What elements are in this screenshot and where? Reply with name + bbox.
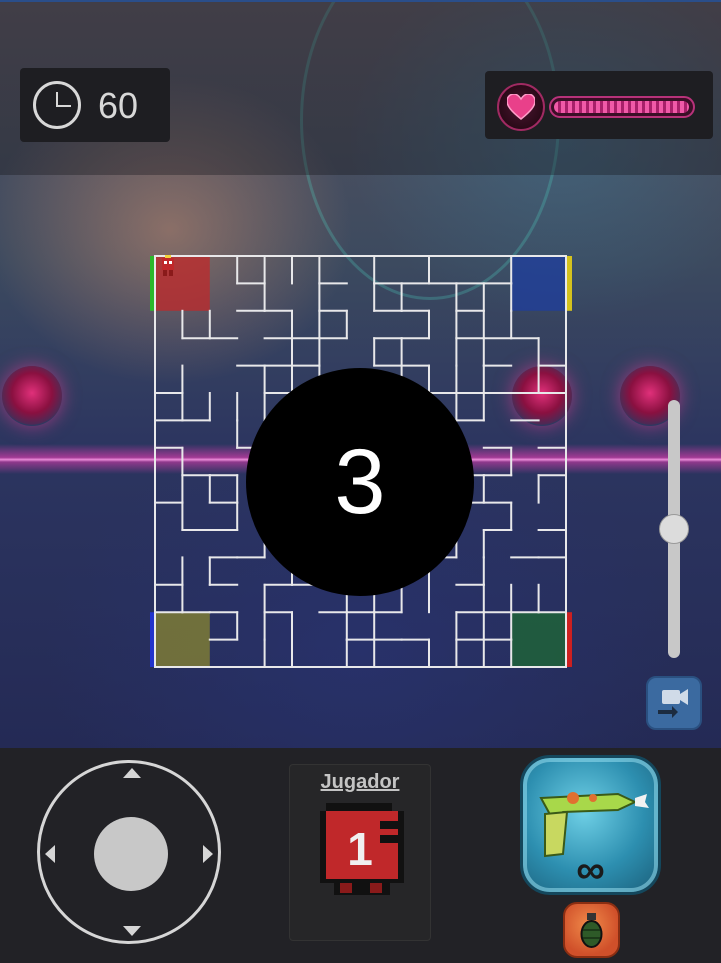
raygun-icon [539, 792, 649, 858]
weapon-ammo: ∞ [576, 848, 605, 892]
camera-switch-icon [658, 689, 688, 718]
grenade-icon [580, 913, 603, 948]
arrow-left-icon [45, 845, 55, 863]
player-card: Jugador 1 [289, 764, 431, 941]
grenade-button[interactable] [563, 902, 620, 958]
arrow-down-icon [123, 926, 141, 936]
arrow-right-icon [203, 845, 213, 863]
weapon-button[interactable]: ∞ [520, 755, 661, 895]
player-number-badge: 1 [320, 803, 404, 895]
zoom-slider-thumb[interactable] [659, 514, 689, 544]
player-character [162, 255, 174, 276]
joystick-knob[interactable] [94, 817, 168, 891]
spawn-zone-2 [511, 256, 566, 311]
countdown-number: 3 [334, 431, 386, 533]
spawn-zone-4 [511, 612, 566, 667]
game-screen: 60 3 Jugador 1 ∞ [0, 0, 721, 963]
spawn-zone-3 [155, 612, 210, 667]
virtual-joystick[interactable] [37, 760, 221, 944]
countdown-overlay: 3 [246, 368, 474, 596]
camera-switch-button[interactable] [646, 676, 702, 730]
arrow-up-icon [123, 768, 141, 778]
player-label: Jugador [320, 771, 400, 793]
player-number: 1 [347, 823, 373, 875]
